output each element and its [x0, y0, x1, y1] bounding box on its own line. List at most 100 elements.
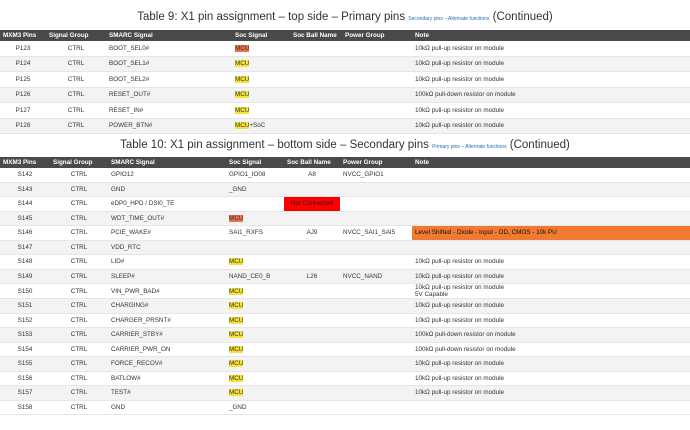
table-10-caption: Table 10: X1 pin assignment – bottom sid… — [0, 139, 690, 151]
signal-group-cell: CTRL — [50, 356, 108, 372]
soc-signal-value: NAND_CE0_B — [229, 272, 271, 280]
signal-group-cell: CTRL — [50, 371, 108, 386]
note-cell: 10kΩ pull-up resistor on module — [412, 298, 690, 314]
note-line: 5V Capable — [415, 291, 448, 298]
column-header: Soc Signal — [226, 157, 284, 168]
column-header: MXM3 Pins — [0, 157, 50, 168]
signal-group-cell: CTRL — [50, 400, 108, 415]
pin-cell: S153 — [0, 327, 50, 343]
column-header: SMARC Signal — [108, 157, 226, 168]
smarc-signal-cell: BOOT_SEL1# — [106, 56, 232, 72]
soc-signal-value: MCU — [235, 75, 250, 83]
soc-ball-name-cell — [284, 298, 340, 314]
table-row: S158 CTRL GND _GND — [0, 400, 690, 415]
note-cell: 100kΩ pull-down resistor on module — [412, 87, 690, 103]
pin-cell: P123 — [0, 41, 46, 57]
table-10-bottom-side-secondary-pins: MXM3 Pins Signal Group SMARC Signal Soc Sig… — [0, 157, 690, 415]
power-group-cell — [340, 400, 412, 415]
power-group-cell — [340, 356, 412, 372]
note-cell: 10kΩ pull-up resistor on module — [412, 356, 690, 372]
table-header-row: MXM3 Pins Signal Group SMARC Signal Soc Sig… — [0, 157, 690, 168]
power-group-cell — [342, 102, 412, 119]
soc-signal-cell: MCU+SoC — [232, 118, 290, 134]
pin-cell: S142 — [0, 168, 50, 183]
caption-link[interactable]: Primary pins – Alternate functions — [432, 144, 506, 150]
soc-ball-name-cell — [284, 182, 340, 197]
table-row: S148 CTRL LID# MCU 10kΩ pull-up resistor on … — [0, 254, 690, 270]
power-group-cell: NVCC_SAI1_SAI5 — [340, 225, 412, 241]
pin-cell: S156 — [0, 371, 50, 386]
column-header: Soc Signal — [232, 30, 290, 41]
soc-ball-name-cell — [284, 240, 340, 255]
soc-signal-value: MCU — [229, 302, 244, 310]
note-cell: 10kΩ pull-up resistor on module — [412, 41, 690, 57]
note-cell: 10kΩ pull-up resistor on module — [412, 71, 690, 88]
caption-main: Table 10: X1 pin assignment – bottom sid… — [120, 139, 429, 151]
soc-ball-name-cell: A8 — [284, 168, 340, 183]
smarc-signal-cell: BOOT_SEL0# — [106, 41, 232, 57]
column-header: SMARC Signal — [106, 30, 232, 41]
soc-signal-cell: MCU — [232, 41, 290, 57]
smarc-signal-cell: GPIO12 — [108, 168, 226, 183]
table-row: S156 CTRL BATLOW# MCU 10kΩ pull-up resistor … — [0, 371, 690, 386]
signal-group-cell: CTRL — [46, 41, 106, 57]
table-row: S144 CTRL eDP0_HPD / DSI0_TE Not Connected — [0, 196, 690, 212]
pin-cell: S146 — [0, 225, 50, 241]
caption-link[interactable]: Secondary pins – Alternate functions — [408, 16, 489, 22]
soc-signal-cell: MCU — [226, 283, 284, 299]
smarc-signal-cell: BATLOW# — [108, 371, 226, 386]
smarc-signal-cell: CHARGER_PRSNT# — [108, 313, 226, 328]
note-cell: Level Shifted - Diode - Input - OD, CMOS… — [412, 225, 690, 241]
soc-signal-cell — [226, 196, 284, 212]
soc-signal-cell: MCU — [226, 385, 284, 401]
soc-ball-name-cell — [284, 254, 340, 270]
signal-group-cell: CTRL — [50, 385, 108, 401]
soc-ball-name-cell — [284, 283, 340, 299]
soc-ball-name-cell — [290, 56, 342, 72]
note-cell: 10kΩ pull-up resistor on module — [412, 371, 690, 386]
signal-group-cell: CTRL — [50, 313, 108, 328]
signal-group-cell: CTRL — [50, 342, 108, 357]
caption-main: Table 9: X1 pin assignment – top side – … — [137, 11, 406, 23]
pin-cell: P128 — [0, 118, 46, 134]
pin-cell: S150 — [0, 283, 50, 299]
soc-signal-cell: MCU — [232, 71, 290, 88]
table-row: S146 CTRL PCIE_WAKE# SAI1_RXFS AJ9 NVCC_SAI1_… — [0, 225, 690, 241]
column-header: Signal Group — [46, 30, 106, 41]
column-header: Note — [412, 30, 690, 41]
soc-ball-name-cell — [284, 371, 340, 386]
soc-ball-name-cell: AJ9 — [284, 225, 340, 241]
power-group-cell — [340, 313, 412, 328]
soc-signal-value: GPIO1_IO08 — [229, 171, 266, 179]
power-group-cell — [340, 254, 412, 270]
smarc-signal-cell: VIN_PWR_BAD# — [108, 283, 226, 299]
table-row: S147 CTRL VDD_RTC — [0, 240, 690, 255]
soc-signal-cell: _GND — [226, 182, 284, 197]
note-cell — [412, 196, 690, 212]
column-header: Soc Ball Name — [290, 30, 342, 41]
column-header: Power Group — [340, 157, 412, 168]
soc-signal-value: MCU — [229, 360, 244, 368]
smarc-signal-cell: FORCE_RECOV# — [108, 356, 226, 372]
soc-ball-name-cell — [284, 211, 340, 226]
soc-ball-name-cell — [284, 385, 340, 401]
soc-signal-cell: MCU — [226, 342, 284, 357]
table-row: P126 CTRL RESET_OUT# MCU 100kΩ pull-down res… — [0, 87, 690, 103]
power-group-cell — [342, 87, 412, 103]
note-cell — [412, 168, 690, 183]
note-cell — [412, 211, 690, 226]
soc-signal-value: MCU — [235, 60, 250, 68]
note-cell: 100kΩ pull-down resistor on module — [412, 327, 690, 343]
soc-signal-cell: MCU — [232, 56, 290, 72]
soc-signal-value: MCU — [229, 214, 244, 222]
power-group-cell — [340, 240, 412, 255]
signal-group-cell: CTRL — [46, 102, 106, 119]
table-body: P123 CTRL BOOT_SEL0# MCU 10kΩ pull-up resist… — [0, 41, 690, 134]
signal-group-cell: CTRL — [50, 182, 108, 197]
soc-signal-cell: MCU — [232, 87, 290, 103]
signal-group-cell: CTRL — [50, 168, 108, 183]
soc-ball-name-cell — [284, 313, 340, 328]
smarc-signal-cell: BOOT_SEL2# — [106, 71, 232, 88]
table-row: S150 CTRL VIN_PWR_BAD# MCU 10kΩ pull-up resi… — [0, 283, 690, 299]
soc-signal-cell — [226, 240, 284, 255]
